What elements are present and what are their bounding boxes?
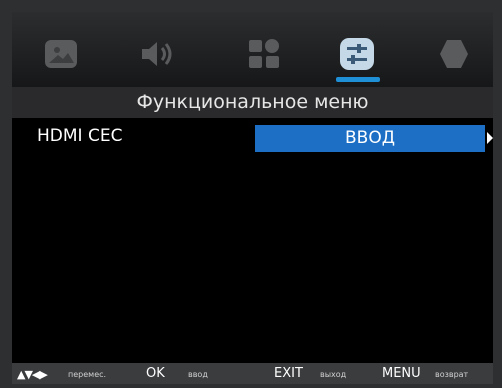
menu-title: Функциональное меню <box>136 91 369 113</box>
lock-icon[interactable] <box>434 34 474 74</box>
tv-menu-screen: Функциональное меню HDMI CEC ВВОД ▲▼◀▶ п… <box>12 12 493 384</box>
exit-hint-label: выход <box>320 370 347 379</box>
exit-key: EXIT <box>274 366 303 381</box>
ok-hint-label: ввод <box>188 370 208 379</box>
apps-icon[interactable] <box>244 34 284 74</box>
nav-hint-label: перемес. <box>68 370 107 379</box>
active-tab-indicator <box>336 77 380 82</box>
hdmi-cec-value[interactable]: ВВОД <box>255 125 485 152</box>
key-hint-bar: ▲▼◀▶ перемес. OK ввод EXIT выход MENU во… <box>12 363 493 384</box>
menu-hint-label: возврат <box>435 370 469 379</box>
category-tab-bar <box>12 12 493 87</box>
chevron-right-icon[interactable] <box>487 132 493 144</box>
settings-icon[interactable] <box>337 34 377 74</box>
nav-arrows-icon: ▲▼◀▶ <box>17 368 48 381</box>
menu-title-bar: Функциональное меню <box>12 87 493 118</box>
menu-key: MENU <box>382 366 421 381</box>
hdmi-cec-label[interactable]: HDMI CEC <box>37 126 122 146</box>
sound-icon[interactable] <box>138 34 178 74</box>
ok-key: OK <box>146 366 165 381</box>
picture-icon[interactable] <box>41 34 81 74</box>
